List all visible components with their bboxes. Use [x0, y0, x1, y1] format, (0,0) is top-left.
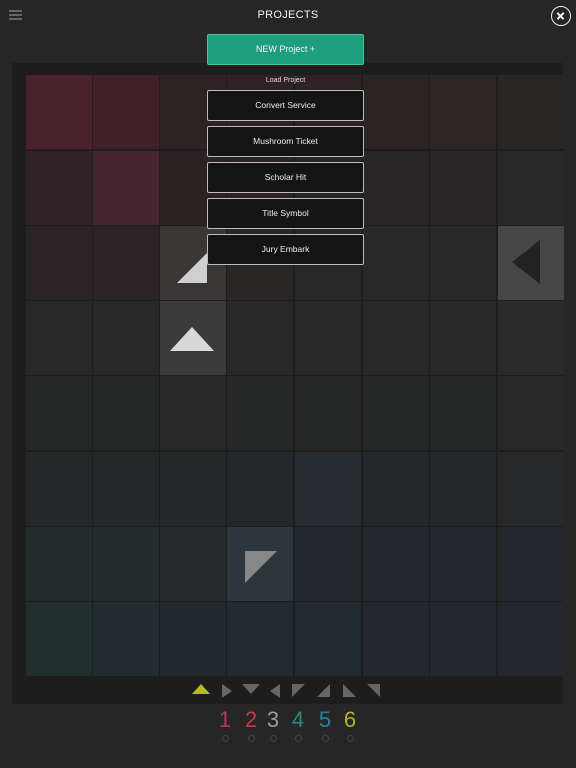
- pad-indicator: [295, 735, 302, 742]
- pad-number[interactable]: 4: [288, 707, 308, 733]
- grid-cell[interactable]: [26, 376, 92, 450]
- project-item[interactable]: Convert Service: [207, 90, 364, 121]
- page-title: PROJECTS: [257, 9, 319, 21]
- grid-cell[interactable]: [498, 301, 564, 375]
- grid-cell[interactable]: [26, 452, 92, 526]
- down-left-arrow-icon[interactable]: [367, 684, 380, 697]
- grid-cell[interactable]: [26, 75, 92, 149]
- grid-cell[interactable]: [430, 151, 496, 225]
- step-arrow-icon: [245, 551, 277, 583]
- grid-cell[interactable]: [363, 527, 429, 601]
- pad-number[interactable]: 5: [315, 707, 335, 733]
- grid-cell[interactable]: [26, 527, 92, 601]
- step-arrow-icon: [512, 240, 540, 284]
- grid-cell[interactable]: [498, 376, 564, 450]
- grid-cell[interactable]: [93, 527, 159, 601]
- grid-cell[interactable]: [160, 602, 226, 676]
- down-right-arrow-icon[interactable]: [343, 684, 356, 697]
- grid-cell[interactable]: [26, 301, 92, 375]
- grid-cell[interactable]: [93, 75, 159, 149]
- grid-cell[interactable]: [430, 452, 496, 526]
- grid-cell[interactable]: [363, 602, 429, 676]
- right-arrow-icon[interactable]: [222, 684, 232, 698]
- step-arrow-icon: [177, 253, 207, 283]
- pad-indicator: [222, 735, 229, 742]
- down-arrow-icon[interactable]: [242, 684, 260, 694]
- grid-cell[interactable]: [160, 527, 226, 601]
- pad-number[interactable]: 2: [241, 707, 261, 733]
- grid-cell[interactable]: [363, 226, 429, 300]
- grid-cell[interactable]: [93, 301, 159, 375]
- grid-cell[interactable]: [93, 602, 159, 676]
- grid-cell[interactable]: [295, 452, 361, 526]
- grid-cell[interactable]: [26, 151, 92, 225]
- grid-cell[interactable]: [498, 602, 564, 676]
- grid-cell[interactable]: [430, 301, 496, 375]
- up-left-arrow-icon[interactable]: [292, 684, 305, 697]
- grid-cell[interactable]: [498, 452, 564, 526]
- grid-cell[interactable]: [26, 226, 92, 300]
- grid-cell[interactable]: [430, 602, 496, 676]
- grid-cell[interactable]: [227, 376, 293, 450]
- grid-cell[interactable]: [93, 151, 159, 225]
- grid-cell[interactable]: [498, 75, 564, 149]
- grid-cell[interactable]: [363, 376, 429, 450]
- grid-cell[interactable]: [430, 527, 496, 601]
- project-item[interactable]: Mushroom Ticket: [207, 126, 364, 157]
- new-project-button[interactable]: NEW Project +: [207, 34, 364, 65]
- grid-cell[interactable]: [295, 376, 361, 450]
- step-arrow-icon: [170, 327, 214, 351]
- grid-cell[interactable]: [93, 226, 159, 300]
- pad-number[interactable]: 3: [263, 707, 283, 733]
- close-icon[interactable]: [551, 6, 571, 26]
- grid-cell[interactable]: [295, 602, 361, 676]
- grid-cell[interactable]: [26, 602, 92, 676]
- step-grid: [12, 63, 564, 704]
- up-arrow-icon[interactable]: [192, 684, 210, 694]
- direction-selector: [0, 684, 576, 702]
- grid-cell[interactable]: [363, 452, 429, 526]
- pad-indicator: [248, 735, 255, 742]
- pad-indicator: [347, 735, 354, 742]
- left-arrow-icon[interactable]: [270, 684, 280, 698]
- grid-cell[interactable]: [430, 75, 496, 149]
- grid-cell[interactable]: [430, 376, 496, 450]
- up-right-arrow-icon[interactable]: [317, 684, 330, 697]
- load-project-label: Load Project: [265, 77, 306, 84]
- project-item[interactable]: Title Symbol: [207, 198, 364, 229]
- pad-number[interactable]: 6: [340, 707, 360, 733]
- grid-cell[interactable]: [227, 301, 293, 375]
- grid-cell[interactable]: [227, 452, 293, 526]
- grid-cell[interactable]: [295, 301, 361, 375]
- grid-cell[interactable]: [160, 452, 226, 526]
- project-item[interactable]: Scholar Hit: [207, 162, 364, 193]
- grid-cell[interactable]: [93, 376, 159, 450]
- grid-cell[interactable]: [498, 527, 564, 601]
- grid-cell[interactable]: [363, 151, 429, 225]
- pad-indicator: [322, 735, 329, 742]
- pad-indicator: [270, 735, 277, 742]
- grid-cell[interactable]: [498, 151, 564, 225]
- grid-cell[interactable]: [160, 376, 226, 450]
- grid-cell[interactable]: [430, 226, 496, 300]
- pad-number[interactable]: 1: [215, 707, 235, 733]
- grid-cell[interactable]: [227, 602, 293, 676]
- grid-cell[interactable]: [363, 301, 429, 375]
- project-item[interactable]: Jury Embark: [207, 234, 364, 265]
- grid-cell[interactable]: [363, 75, 429, 149]
- grid-cell[interactable]: [93, 452, 159, 526]
- grid-cell[interactable]: [295, 527, 361, 601]
